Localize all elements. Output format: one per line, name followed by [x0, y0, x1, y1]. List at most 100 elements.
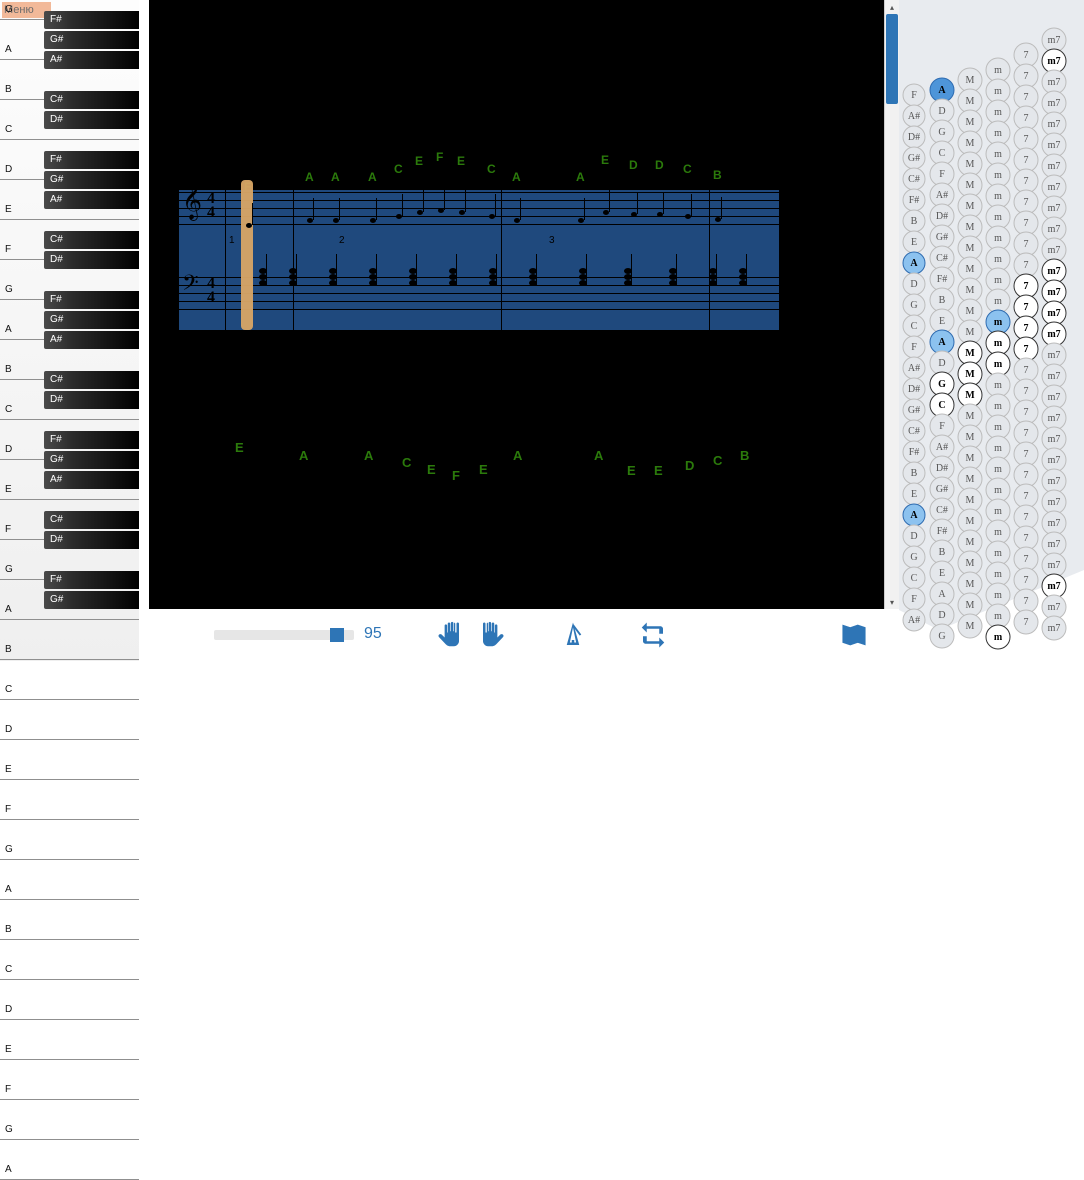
svg-text:m7: m7 [1048, 140, 1061, 151]
svg-text:m7: m7 [1048, 476, 1061, 487]
vertical-scrollbar[interactable]: ▴ ▾ [884, 0, 899, 609]
svg-text:D#: D# [908, 384, 920, 395]
svg-text:m7: m7 [1047, 308, 1060, 319]
svg-text:m: m [994, 296, 1002, 307]
loop-button[interactable] [633, 615, 673, 655]
svg-text:7: 7 [1024, 176, 1029, 187]
piano-white-key[interactable]: F [0, 800, 139, 820]
svg-text:D: D [938, 610, 945, 621]
piano-black-key[interactable]: F# [44, 151, 139, 169]
piano-black-key[interactable]: F# [44, 571, 139, 589]
piano-black-key[interactable]: D# [44, 391, 139, 409]
piano-white-key[interactable]: F [0, 1080, 139, 1100]
piano-white-key[interactable]: A [0, 880, 139, 900]
svg-text:7: 7 [1024, 218, 1029, 229]
piano-black-key[interactable]: D# [44, 251, 139, 269]
svg-text:m7: m7 [1047, 56, 1060, 67]
piano-black-key[interactable]: C# [44, 231, 139, 249]
piano-black-key[interactable]: G# [44, 31, 139, 49]
piano-black-key[interactable]: G# [44, 311, 139, 329]
score-sheet[interactable]: EAAACEFECAAEDDCB 𝄞 4 4 𝄢 4 4 [149, 0, 889, 609]
svg-text:A#: A# [908, 363, 920, 374]
piano-keyboard[interactable]: Меню GABCDEFGABCDEFGABCDEFGABCDEFGAF#G#A… [0, 0, 139, 661]
piano-white-key[interactable]: C [0, 680, 139, 700]
svg-text:M: M [966, 453, 975, 464]
note-letter: A [331, 170, 340, 184]
bayan-buttons[interactable]: FA#D#G#C#F#BEADGCFA#D#G#C#F#BEADGCFA#ADG… [899, 0, 1084, 661]
piano-black-key[interactable]: C# [44, 511, 139, 529]
piano-black-key[interactable]: F# [44, 431, 139, 449]
piano-black-key[interactable]: D# [44, 531, 139, 549]
piano-black-key[interactable]: A# [44, 191, 139, 209]
piano-black-key[interactable]: G# [44, 591, 139, 609]
piano-white-key[interactable]: E [0, 760, 139, 780]
svg-text:M: M [965, 369, 975, 380]
piano-black-key[interactable]: G# [44, 171, 139, 189]
svg-text:M: M [966, 138, 975, 149]
piano-white-key[interactable]: G [0, 840, 139, 860]
svg-text:7: 7 [1024, 50, 1029, 61]
svg-text:m7: m7 [1048, 77, 1061, 88]
piano-white-key[interactable]: B [0, 640, 139, 660]
piano-black-key[interactable]: A# [44, 471, 139, 489]
svg-text:C#: C# [908, 426, 920, 437]
piano-white-key[interactable]: G [0, 1120, 139, 1140]
piano-black-key[interactable]: A# [44, 51, 139, 69]
svg-text:A#: A# [936, 190, 948, 201]
piano-black-key[interactable]: C# [44, 371, 139, 389]
piano-white-key[interactable]: D [0, 720, 139, 740]
note-letter: C [487, 162, 496, 176]
note-letter: E [601, 153, 609, 167]
left-hand-button[interactable] [429, 615, 469, 655]
scroll-down-icon[interactable]: ▾ [885, 595, 899, 609]
svg-text:E: E [939, 568, 945, 579]
note-letter: E [479, 462, 488, 477]
svg-text:D: D [938, 106, 945, 117]
svg-text:7: 7 [1024, 197, 1029, 208]
note-letter: C [394, 162, 403, 176]
svg-text:G#: G# [908, 405, 920, 416]
svg-text:D: D [938, 358, 945, 369]
svg-text:7: 7 [1024, 323, 1029, 334]
svg-text:G: G [938, 379, 946, 390]
svg-text:m7: m7 [1048, 161, 1061, 172]
svg-text:m: m [994, 170, 1002, 181]
piano-white-key[interactable]: B [0, 920, 139, 940]
scroll-thumb[interactable] [886, 14, 898, 104]
measure-number: 3 [549, 235, 555, 246]
svg-text:A#: A# [908, 615, 920, 626]
right-hand-button[interactable] [473, 615, 513, 655]
svg-text:A: A [938, 85, 946, 96]
piano-black-key[interactable]: C# [44, 91, 139, 109]
svg-text:m: m [994, 338, 1003, 349]
note-letter: E [415, 154, 423, 168]
svg-text:D#: D# [936, 211, 948, 222]
map-view-button[interactable] [834, 615, 874, 655]
svg-text:B: B [911, 216, 918, 227]
piano-black-key[interactable]: F# [44, 291, 139, 309]
tempo-slider[interactable]: 95 [214, 625, 374, 645]
piano-white-key[interactable]: C [0, 960, 139, 980]
piano-black-key[interactable]: G# [44, 451, 139, 469]
piano-white-key[interactable]: D [0, 1000, 139, 1020]
svg-text:m: m [994, 527, 1002, 538]
note-letter: A [299, 448, 308, 463]
svg-text:7: 7 [1024, 386, 1029, 397]
piano-black-key[interactable]: A# [44, 331, 139, 349]
svg-text:G: G [938, 631, 945, 642]
svg-text:M: M [966, 243, 975, 254]
svg-text:M: M [965, 390, 975, 401]
piano-black-key[interactable]: F# [44, 11, 139, 29]
svg-text:C#: C# [936, 253, 948, 264]
svg-text:7: 7 [1024, 92, 1029, 103]
piano-black-key[interactable]: D# [44, 111, 139, 129]
piano-white-key[interactable]: A [0, 1160, 139, 1180]
svg-text:G#: G# [936, 232, 948, 243]
scroll-up-icon[interactable]: ▴ [885, 0, 899, 14]
piano-white-key[interactable]: E [0, 1040, 139, 1060]
metronome-button[interactable] [553, 615, 593, 655]
note-letter: D [685, 458, 694, 473]
svg-text:M: M [966, 327, 975, 338]
svg-text:7: 7 [1024, 596, 1029, 607]
svg-text:m: m [994, 464, 1002, 475]
